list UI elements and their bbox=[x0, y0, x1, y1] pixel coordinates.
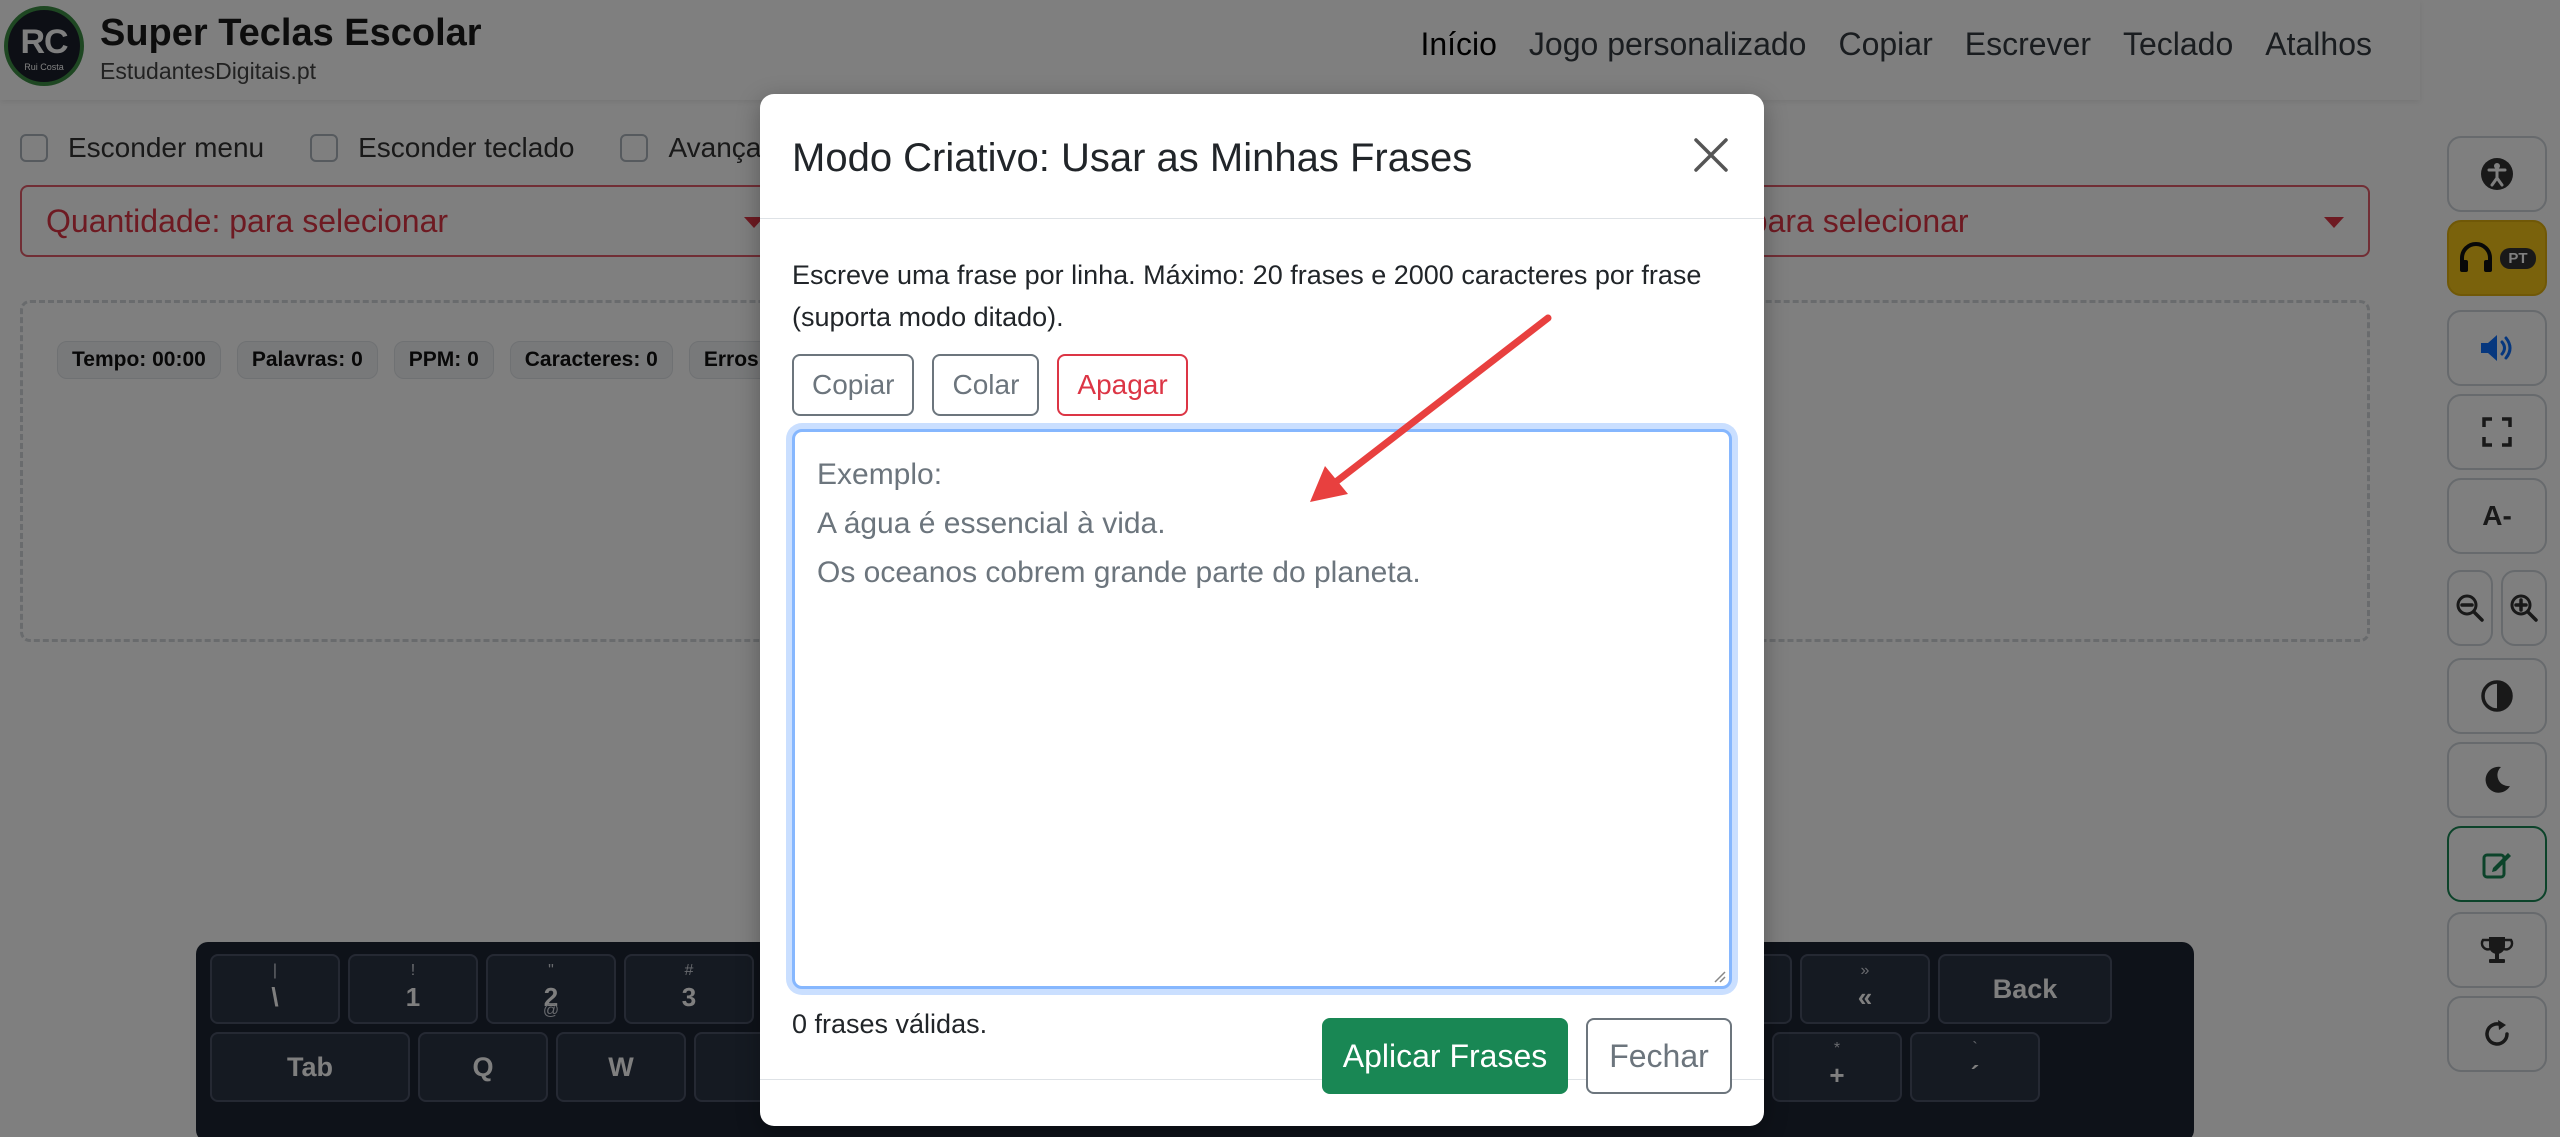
close-modal-button[interactable]: Fechar bbox=[1586, 1018, 1732, 1094]
valid-sentences-count: 0 frases válidas. bbox=[792, 1009, 988, 1039]
apply-sentences-button[interactable]: Aplicar Frases bbox=[1322, 1018, 1568, 1094]
resize-grip-icon[interactable] bbox=[1712, 969, 1726, 983]
copy-button[interactable]: Copiar bbox=[792, 354, 915, 416]
modal-instructions: Escreve uma frase por linha. Máximo: 20 … bbox=[792, 260, 1702, 332]
delete-button[interactable]: Apagar bbox=[1057, 354, 1188, 416]
textarea-actions: Copiar Colar Apagar bbox=[792, 354, 1188, 416]
sentences-textarea[interactable] bbox=[792, 429, 1732, 989]
close-button[interactable] bbox=[1688, 132, 1734, 178]
modal-header: Modo Criativo: Usar as Minhas Frases bbox=[760, 94, 1764, 219]
creative-mode-dialog: Modo Criativo: Usar as Minhas Frases Esc… bbox=[760, 94, 1764, 1126]
modal-title: Modo Criativo: Usar as Minhas Frases bbox=[792, 136, 1473, 180]
sentences-textarea-wrap bbox=[792, 429, 1732, 989]
paste-button[interactable]: Colar bbox=[932, 354, 1040, 416]
close-icon bbox=[1694, 138, 1728, 172]
